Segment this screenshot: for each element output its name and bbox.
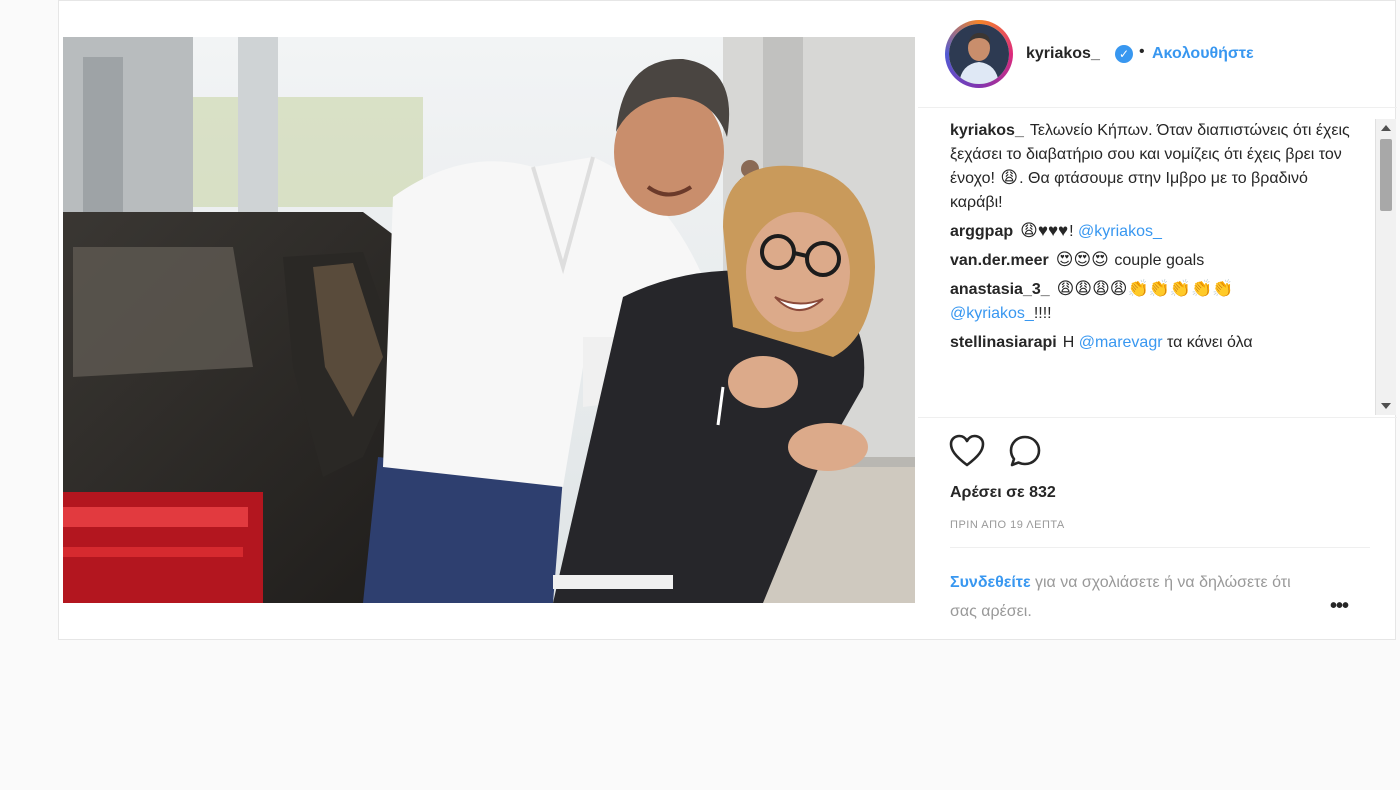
- more-options-icon[interactable]: •••: [1330, 595, 1349, 618]
- comment-bubble-icon[interactable]: [1008, 434, 1042, 468]
- comment-mention[interactable]: @marevagr: [1079, 334, 1163, 351]
- login-footer: Συνδεθείτε για να σχολιάσετε ή να δηλώσε…: [950, 547, 1370, 641]
- scroll-down-arrow-icon[interactable]: [1381, 403, 1391, 409]
- list-item-comment: stellinasiarapi Η @marevagr τα κάνει όλα: [918, 331, 1370, 355]
- weary-face-emoji: 😩: [1000, 168, 1019, 187]
- comment-text: !!!!: [1033, 305, 1052, 322]
- comment-username[interactable]: anastasia_3_: [950, 281, 1050, 298]
- comments-scrollbar[interactable]: [1375, 119, 1396, 415]
- comment-emoji: 😍😍😍: [1055, 250, 1109, 269]
- post-timestamp[interactable]: ΠΡΙΝ ΑΠΟ 19 ΛΕΠΤΑ: [950, 519, 1065, 531]
- comments-list[interactable]: kyriakos_ Τελωνείο Κήπων. Όταν διαπιστώνε…: [918, 119, 1370, 417]
- list-item-comment: van.der.meer 😍😍😍 couple goals: [918, 249, 1370, 273]
- login-link[interactable]: Συνδεθείτε: [950, 574, 1031, 591]
- caption-comment: kyriakos_ Τελωνείο Κήπων. Όταν διαπιστώνε…: [918, 119, 1370, 215]
- header-separator: •: [1139, 43, 1145, 60]
- login-prompt: Συνδεθείτε για να σχολιάσετε ή να δηλώσε…: [950, 568, 1310, 626]
- caption-username[interactable]: kyriakos_: [950, 122, 1024, 139]
- comment-username[interactable]: arggpap: [950, 223, 1013, 240]
- comment-text: τα κάνει όλα: [1167, 334, 1253, 351]
- post-actions: Αρέσει σε 832 ΠΡΙΝ ΑΠΟ 19 ΛΕΠΤΑ: [918, 417, 1397, 541]
- post-header: kyriakos_ ✓ • Ακολουθήστε: [918, 1, 1397, 108]
- comment-mention[interactable]: @kyriakos_: [1078, 223, 1162, 240]
- heart-icon[interactable]: [949, 434, 985, 468]
- comment-text-before: Η: [1062, 334, 1075, 351]
- instagram-post-card: kyriakos_ ✓ • Ακολουθήστε kyriakos_ Τελων…: [58, 0, 1397, 641]
- verified-check-icon: ✓: [1115, 45, 1133, 63]
- comment-username[interactable]: stellinasiarapi: [950, 334, 1057, 351]
- likes-count[interactable]: Αρέσει σε 832: [950, 484, 1056, 502]
- scroll-up-arrow-icon[interactable]: [1381, 125, 1391, 131]
- avatar-ring[interactable]: [945, 20, 1013, 88]
- photo-illustration: [63, 37, 915, 603]
- avatar-image: [949, 24, 1009, 84]
- list-item-comment: arggpap 😩♥♥♥! @kyriakos_: [918, 220, 1370, 244]
- comment-text: couple goals: [1114, 252, 1205, 269]
- header-username[interactable]: kyriakos_: [1026, 45, 1100, 63]
- list-item-comment: anastasia_3_ 😩😩😩😩👏👏👏👏👏 @kyriakos_!!!!: [918, 278, 1370, 326]
- comment-emoji: 😩♥♥♥: [1020, 221, 1069, 240]
- comment-mention[interactable]: @kyriakos_: [950, 305, 1034, 322]
- comment-text: !: [1069, 223, 1074, 240]
- post-photo[interactable]: [63, 37, 915, 603]
- follow-button[interactable]: Ακολουθήστε: [1152, 45, 1254, 63]
- scrollbar-thumb[interactable]: [1380, 139, 1392, 211]
- avatar[interactable]: [949, 24, 1009, 84]
- comment-username[interactable]: van.der.meer: [950, 252, 1049, 269]
- comment-emoji: 😩😩😩😩👏👏👏👏👏: [1056, 279, 1234, 298]
- post-side-panel: kyriakos_ ✓ • Ακολουθήστε kyriakos_ Τελων…: [918, 1, 1397, 641]
